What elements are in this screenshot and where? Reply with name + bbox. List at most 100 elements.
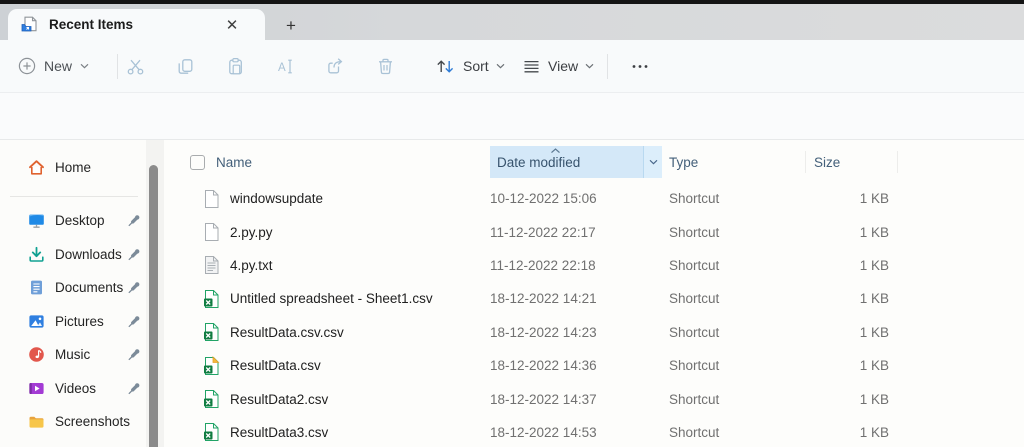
folder-icon <box>28 413 45 430</box>
pin-icon <box>127 247 142 262</box>
table-row[interactable]: 2.py.py 11-12-2022 22:17 Shortcut 1 KB <box>164 215 1024 248</box>
sidebar-item-downloads[interactable]: Downloads <box>0 238 146 272</box>
csv-file-icon <box>203 322 220 342</box>
view-button[interactable]: View <box>522 40 594 92</box>
sidebar-item-label: Pictures <box>55 314 104 329</box>
file-name: 4.py.txt <box>230 258 273 273</box>
csv-file-icon <box>203 422 220 442</box>
pin-icon <box>127 314 142 329</box>
text-file-icon <box>203 255 220 275</box>
svg-text:A: A <box>278 61 286 73</box>
sidebar-item-label: Documents <box>55 280 123 295</box>
file-name: ResultData.csv.csv <box>230 325 344 340</box>
rename-button[interactable]: A <box>260 40 310 92</box>
sidebar-item-screenshots[interactable]: Screenshots <box>0 405 146 439</box>
column-header-type[interactable]: Type <box>662 151 806 173</box>
share-button[interactable] <box>310 40 360 92</box>
view-lines-icon <box>522 57 541 76</box>
sidebar-item-desktop[interactable]: Desktop <box>0 204 146 238</box>
file-date: 10-12-2022 15:06 <box>490 191 662 206</box>
new-button[interactable]: New <box>18 40 89 92</box>
column-header-name[interactable]: Name <box>164 146 490 178</box>
csv-file-yellow-icon <box>203 356 220 376</box>
csv-file-icon <box>203 389 220 409</box>
documents-icon <box>28 279 45 296</box>
table-row[interactable]: ResultData.csv 18-12-2022 14:36 Shortcut… <box>164 349 1024 382</box>
sidebar-item-label: Desktop <box>55 213 105 228</box>
sort-button[interactable]: Sort <box>435 40 505 92</box>
title-bar: Recent Items ✕ + <box>0 0 1024 40</box>
sidebar-scrollbar-thumb[interactable] <box>149 165 158 447</box>
file-name: 2.py.py <box>230 225 273 240</box>
file-name: Untitled spreadsheet - Sheet1.csv <box>230 291 433 306</box>
delete-button[interactable] <box>360 40 410 92</box>
file-size: 1 KB <box>806 392 898 407</box>
table-row[interactable]: ResultData2.csv 18-12-2022 14:37 Shortcu… <box>164 382 1024 415</box>
sidebar-item-documents[interactable]: Documents <box>0 271 146 305</box>
chevron-down-icon <box>496 63 505 69</box>
file-name: ResultData2.csv <box>230 392 328 407</box>
table-row[interactable]: ResultData3.csv 18-12-2022 14:53 Shortcu… <box>164 416 1024 447</box>
tab-recent-items[interactable]: Recent Items ✕ <box>8 9 265 40</box>
new-button-label: New <box>44 58 72 74</box>
table-row[interactable]: windowsupdate 10-12-2022 15:06 Shortcut … <box>164 182 1024 215</box>
sidebar-divider <box>10 196 138 197</box>
column-headers: Name Date modified Type Size <box>164 146 1024 178</box>
file-date: 18-12-2022 14:36 <box>490 358 662 373</box>
file-date: 18-12-2022 14:21 <box>490 291 662 306</box>
sidebar-scrollbar-track[interactable] <box>146 140 164 447</box>
desktop-icon <box>28 212 45 229</box>
column-header-size[interactable]: Size <box>806 151 898 173</box>
videos-icon <box>28 380 45 397</box>
file-type: Shortcut <box>662 191 806 206</box>
cut-button[interactable] <box>110 40 160 92</box>
file-type: Shortcut <box>662 291 806 306</box>
sort-arrows-icon <box>435 57 456 76</box>
chevron-down-icon <box>649 159 658 165</box>
more-options-button[interactable] <box>618 40 662 92</box>
new-tab-button[interactable]: + <box>278 14 304 38</box>
file-date: 18-12-2022 14:37 <box>490 392 662 407</box>
sidebar-item-home[interactable]: Home <box>28 152 146 182</box>
navigation-pane: Home Desktop <box>0 140 146 447</box>
sidebar-item-pictures[interactable]: Pictures <box>0 305 146 339</box>
paste-button[interactable] <box>210 40 260 92</box>
table-row[interactable]: 4.py.txt 11-12-2022 22:18 Shortcut 1 KB <box>164 249 1024 282</box>
file-type: Shortcut <box>662 225 806 240</box>
recent-items-icon <box>20 15 39 34</box>
file-size: 1 KB <box>806 358 898 373</box>
file-type: Shortcut <box>662 325 806 340</box>
sort-ascending-icon <box>550 148 561 154</box>
sidebar-item-label: Screenshots <box>55 414 130 429</box>
file-size: 1 KB <box>806 325 898 340</box>
file-date: 11-12-2022 22:17 <box>490 225 662 240</box>
file-type: Shortcut <box>662 425 806 440</box>
file-size: 1 KB <box>806 291 898 306</box>
file-date: 18-12-2022 14:53 <box>490 425 662 440</box>
tab-title: Recent Items <box>49 17 219 32</box>
sidebar-item-label: Downloads <box>55 247 122 262</box>
table-row[interactable]: ResultData.csv.csv 18-12-2022 14:23 Shor… <box>164 316 1024 349</box>
home-icon <box>28 159 45 176</box>
sidebar-item-videos[interactable]: Videos <box>0 372 146 406</box>
file-size: 1 KB <box>806 191 898 206</box>
trash-icon <box>376 57 395 76</box>
column-header-date-modified[interactable]: Date modified <box>490 146 662 178</box>
view-label: View <box>548 58 578 74</box>
file-name: ResultData.csv <box>230 358 321 373</box>
sidebar-item-music[interactable]: Music <box>0 338 146 372</box>
select-all-checkbox[interactable] <box>190 155 205 170</box>
address-row: › This PC › Windows (C:) › Users › pawan… <box>0 93 1024 140</box>
file-size: 1 KB <box>806 225 898 240</box>
column-header-label: Date modified <box>497 155 580 170</box>
tab-close-icon[interactable]: ✕ <box>219 14 245 36</box>
date-filter-dropdown[interactable] <box>643 146 662 178</box>
file-explorer-window: Recent Items ✕ + New <box>0 0 1024 447</box>
file-date: 18-12-2022 14:23 <box>490 325 662 340</box>
music-icon <box>28 346 45 363</box>
file-type: Shortcut <box>662 358 806 373</box>
copy-button[interactable] <box>160 40 210 92</box>
table-row[interactable]: Untitled spreadsheet - Sheet1.csv 18-12-… <box>164 282 1024 315</box>
sidebar-item-label: Music <box>55 347 90 362</box>
pin-icon <box>127 381 142 396</box>
